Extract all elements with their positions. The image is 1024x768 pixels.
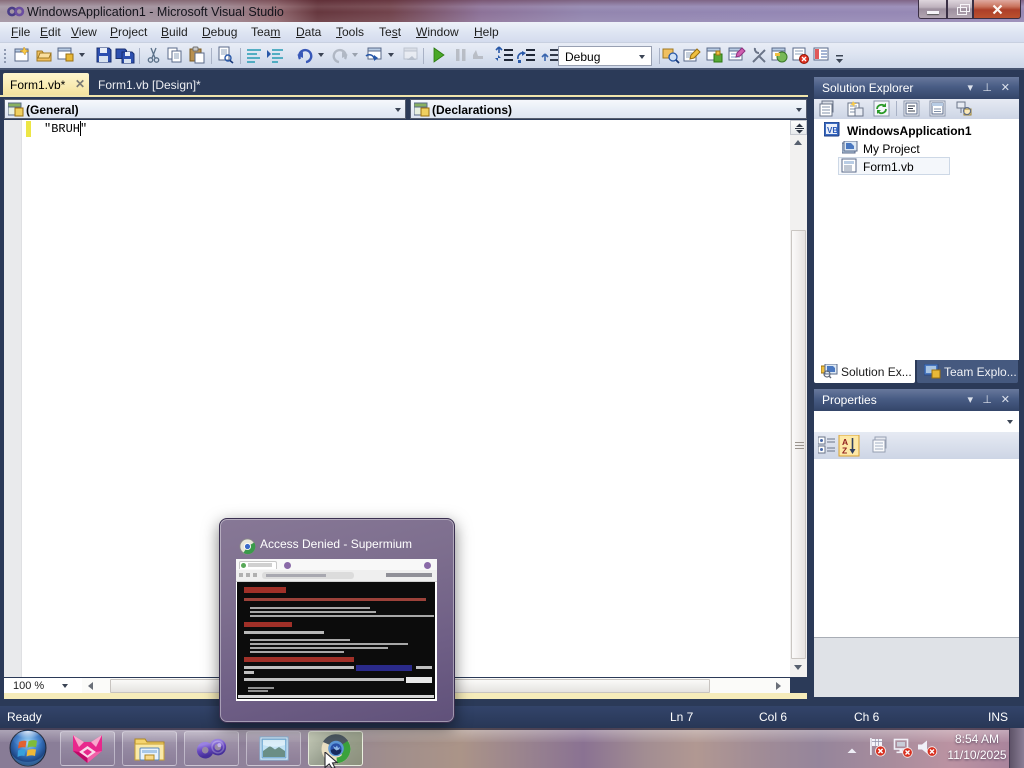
svg-text:Z: Z	[842, 446, 847, 456]
svg-text:VB: VB	[827, 126, 838, 135]
